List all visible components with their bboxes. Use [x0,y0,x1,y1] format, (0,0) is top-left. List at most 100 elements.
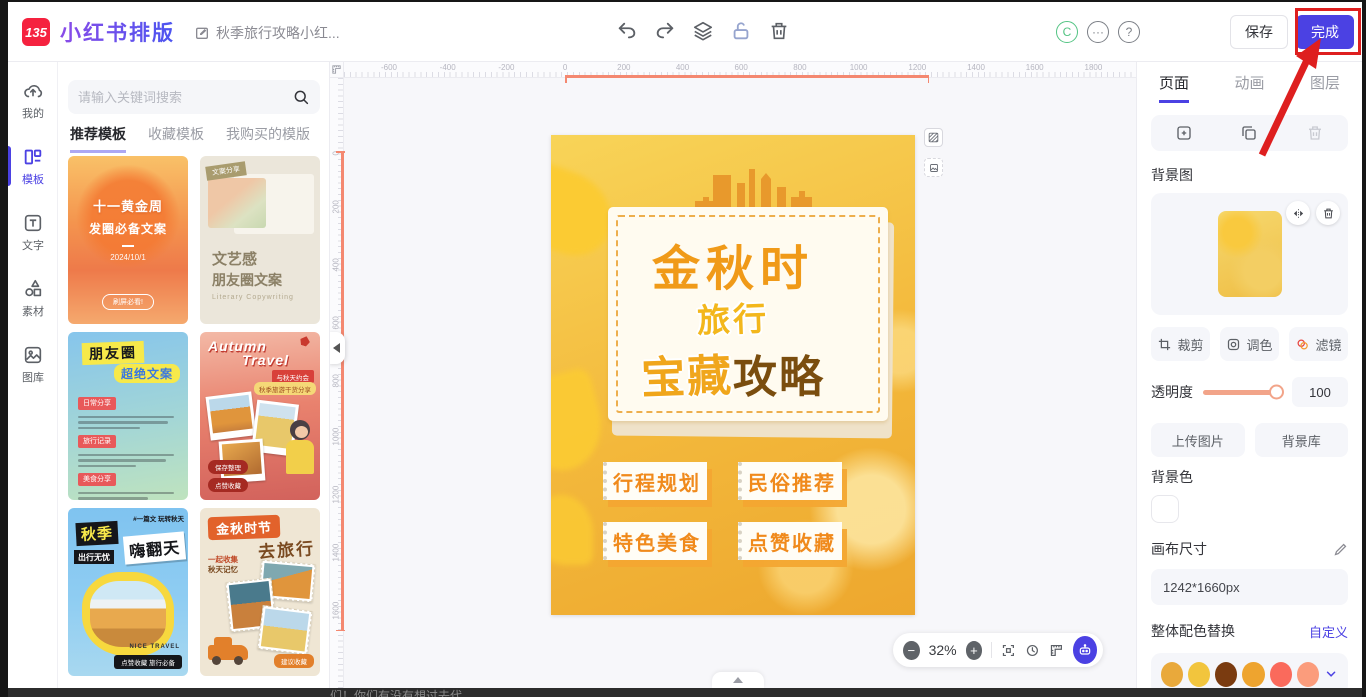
tab-animation[interactable]: 动画 [1234,72,1264,103]
bg-color-swatch[interactable] [1151,495,1179,523]
bg-thumb-actions [1286,201,1340,225]
history-icon[interactable] [1025,642,1040,659]
chevron-down-icon[interactable] [1324,666,1338,682]
template-card-literary[interactable]: 文案分享 文艺感 朋友圈文案 Literary Copywriting [200,156,320,324]
sidebar-item-gallery[interactable]: 图库 [8,336,58,392]
poster-button-like[interactable]: 点赞收藏 [738,522,842,560]
template-card-autumn-fun[interactable]: #一篇文 玩转秋天 秋季 出行无忧 嗨翻天 NICE TRAVEL 点赞收藏 旅… [68,508,188,676]
palette-color-2[interactable] [1188,662,1210,687]
template-decor [78,416,174,419]
crop-button[interactable]: 裁剪 [1151,327,1210,361]
sidebar-item-label: 文字 [22,237,44,253]
upload-image-button[interactable]: 上传图片 [1151,423,1245,457]
poster-button-food[interactable]: 特色美食 [603,522,707,560]
palette-color-4[interactable] [1242,662,1264,687]
zoom-in-button[interactable]: + [966,641,983,660]
poster-button-folk[interactable]: 民俗推荐 [738,462,842,500]
bg-image-thumbnail[interactable] [1218,211,1282,297]
horizontal-ruler[interactable]: -600-400-2000200400600800100012001400160… [344,62,1136,78]
template-decor [78,421,168,424]
save-button[interactable]: 保存 [1230,15,1288,49]
poster-title-line3[interactable]: 宝藏攻略 [551,341,915,405]
opacity-slider[interactable] [1203,390,1282,395]
template-title: 十一黄金周 [68,196,188,215]
filter-button[interactable]: 滤镜 [1289,327,1348,361]
ruler-label: 1400 [332,552,341,562]
tune-button[interactable]: 调色 [1220,327,1279,361]
delete-page-icon[interactable] [1306,124,1324,142]
template-decor [78,427,140,430]
palette-color-6[interactable] [1297,662,1319,687]
document-name[interactable]: 秋季旅行攻略小红... [194,23,340,43]
ruler-corner[interactable] [330,62,344,78]
background-library-button[interactable]: 背景库 [1255,423,1349,457]
panel-collapse-handle[interactable] [330,332,345,364]
canvas-toolbar [616,20,790,42]
tab-recommended-templates[interactable]: 推荐模板 [70,124,126,153]
template-decor [78,454,174,457]
fit-screen-icon[interactable] [1001,642,1016,659]
bottom-panel-expander[interactable] [712,672,764,688]
zoom-out-button[interactable]: − [903,641,920,660]
opacity-row: 透明度 100 [1151,377,1348,407]
template-photo [90,581,166,647]
ginkgo-leaf-decor [551,495,593,565]
crop-icon [1157,337,1172,352]
ruler-icon [331,64,342,75]
background-pattern-button[interactable] [924,128,943,147]
palette-color-5[interactable] [1270,662,1292,687]
help-icon[interactable]: ? [1118,21,1140,43]
palette-color-1[interactable] [1161,662,1183,687]
template-card-autumn-travel[interactable]: Autumn Travel 与秋天约会 秋季旅游干货分享 保存整理 点赞收藏 [200,332,320,500]
app-title: 小红书排版 [60,17,175,47]
search-input[interactable] [68,90,292,105]
redo-icon[interactable] [654,20,676,42]
ruler-toggle-icon[interactable] [1049,642,1064,659]
replace-image-button[interactable] [924,158,943,177]
bottom-strip: 们！你们有没有想过去代 [8,688,1362,697]
sidebar-item-mine[interactable]: 我的 [8,72,58,128]
tab-page[interactable]: 页面 [1159,72,1189,103]
undo-icon[interactable] [616,20,638,42]
custom-recolor-link[interactable]: 自定义 [1309,622,1348,641]
edit-size-icon[interactable] [1333,542,1348,557]
template-card-golden-week[interactable]: 十一黄金周 发圈必备文案 2024/10/1 刷屏必看! [68,156,188,324]
sidebar-item-templates[interactable]: 模板 [8,138,58,194]
poster-page[interactable]: 金秋时 旅行 宝藏攻略 行程规划 民俗推荐 特色美食 点赞收藏 [551,135,915,615]
tab-layers[interactable]: 图层 [1310,72,1340,103]
vertical-ruler[interactable]: 02004006008001000120014001600 [330,78,344,688]
opacity-slider-knob[interactable] [1269,385,1284,400]
unlock-icon[interactable] [730,20,752,42]
add-page-icon[interactable] [1175,124,1193,142]
sidebar-item-text[interactable]: 文字 [8,204,58,260]
divider [991,642,992,658]
tab-favorite-templates[interactable]: 收藏模板 [148,124,204,153]
done-button[interactable]: 完成 [1296,15,1354,49]
palette-color-3[interactable] [1215,662,1237,687]
template-card-moments-copy[interactable]: 朋友圈 超绝文案 日常分享 旅行记录 美食分享 [68,332,188,500]
template-caption: 秋天记忆 [208,564,238,575]
sidebar-item-assets[interactable]: 素材 [8,270,58,326]
flip-horizontal-button[interactable] [1286,201,1310,225]
canvas-size-input[interactable] [1151,569,1348,605]
template-decor [122,245,134,247]
delete-icon[interactable] [768,20,790,42]
feedback-icon[interactable]: ··· [1087,21,1109,43]
template-date: 2024/10/1 [68,253,188,262]
bg-edit-actions: 裁剪 调色 滤镜 [1151,327,1348,361]
template-card-golden-autumn[interactable]: 金秋时节 去旅行 一起收集 秋天记忆 建议收藏 [200,508,320,676]
template-subtitle: 发圈必备文案 [68,220,188,237]
poster-button-itinerary[interactable]: 行程规划 [603,462,707,500]
layers-icon[interactable] [692,20,714,42]
ruler-label: 800 [793,63,806,72]
remove-bg-button[interactable] [1316,201,1340,225]
ruler-label: 200 [332,204,341,214]
copyright-icon[interactable]: C [1056,21,1078,43]
template-section: 日常分享 [78,392,174,429]
trash-icon [1322,207,1335,220]
search-icon[interactable] [292,88,310,106]
tab-purchased-templates[interactable]: 我购买的模版 [226,124,310,153]
ai-assistant-button[interactable] [1073,636,1097,664]
duplicate-page-icon[interactable] [1240,124,1258,142]
template-tabs: 推荐模板 收藏模板 我购买的模版 [70,124,310,153]
